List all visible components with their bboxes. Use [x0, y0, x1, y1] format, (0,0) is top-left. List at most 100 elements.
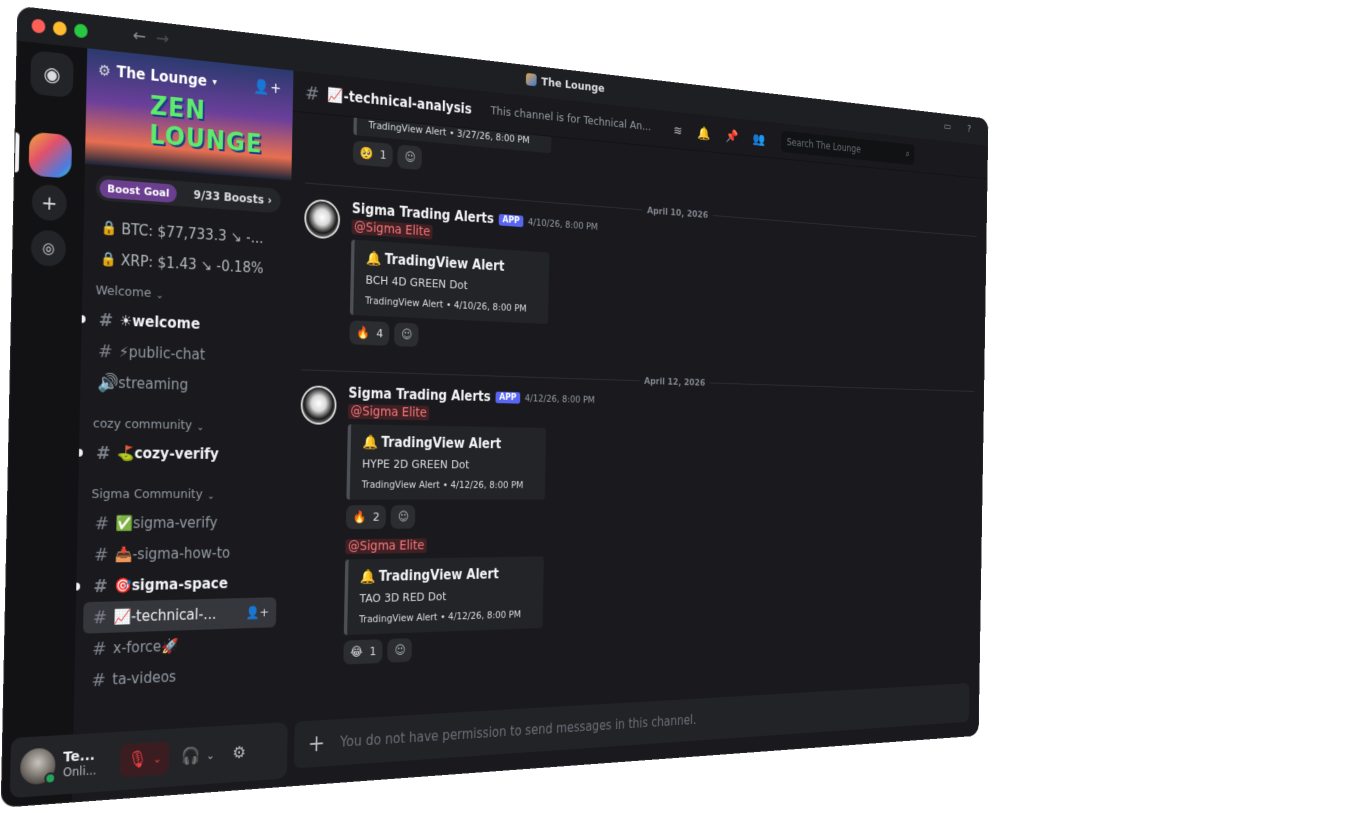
channel-sidebar: ⚙ The Lounge ▾ 👤+ ZEN LOUNGE Boost Goal … [71, 48, 294, 802]
embed-title: 🔔 TradingView Alert [365, 249, 505, 275]
add-reaction-icon[interactable]: ☺ [394, 322, 420, 347]
add-reaction-icon[interactable]: ☺ [387, 638, 413, 663]
pin-icon[interactable]: 📌 [725, 128, 738, 144]
hash-icon: # [95, 442, 111, 464]
user-settings-button[interactable]: ⚙ [227, 743, 251, 763]
boost-count: 9/33 Boosts › [193, 187, 273, 208]
channel-list: 🔒 BTC: $77,733.3 ↘ -... 🔒 XRP: $1.43 ↘ -… [74, 211, 290, 697]
server-banner-logo: ZEN LOUNGE [149, 91, 263, 160]
add-reaction-icon[interactable]: ☺ [390, 505, 416, 529]
add-member-icon[interactable]: 👤+ [245, 605, 269, 620]
chevron-down-icon: ⌄ [206, 491, 215, 502]
thread-hash-icon: # [93, 544, 109, 566]
app-badge: APP [495, 391, 521, 404]
reactions: 🔥 2 ☺ [345, 504, 982, 530]
user-info[interactable]: Te... Onli... [63, 747, 113, 780]
server-icon-the-lounge[interactable] [28, 131, 73, 179]
role-mention[interactable]: @Sigma Elite [351, 219, 433, 240]
selected-server-indicator [14, 132, 20, 173]
speaker-icon: 🔊 [97, 372, 119, 394]
discover-icon[interactable]: ◎ [30, 229, 67, 268]
bot-avatar[interactable] [300, 385, 337, 425]
help-icon[interactable]: ? [967, 123, 971, 135]
embed-footer: TradingView Alert • 4/12/26, 8:00 PM [359, 608, 522, 626]
composer-placeholder: You do not have permission to send messa… [340, 712, 697, 751]
bell-icon: 🔔 [365, 249, 382, 268]
thread-hash-icon: # [91, 638, 107, 660]
member-list-icon[interactable]: 👥 [753, 131, 766, 147]
hash-icon: # [98, 309, 114, 331]
app-badge: APP [498, 213, 524, 227]
user-avatar[interactable] [19, 747, 57, 786]
chat-main: # 📈-technical-analysis This channel is f… [279, 70, 988, 787]
message-list: TradingView Alert • 3/27/26, 8:00 PM 🥺 1… [281, 112, 987, 714]
search-icon: ⌕ [905, 147, 910, 160]
thread-hash-icon: # [91, 669, 107, 691]
hash-icon: # [98, 340, 113, 362]
message-timestamp: 4/10/26, 8:00 PM [527, 215, 599, 233]
chevron-down-icon[interactable]: ⌄ [206, 749, 215, 762]
embed-card: 🔔 TradingView Alert TAO 3D RED Dot Tradin… [343, 556, 544, 636]
headphones-icon: 🎧 [181, 746, 202, 767]
server-settings-icon: ⚙ [98, 61, 112, 81]
reaction-pleading[interactable]: 🥺 1 [352, 140, 394, 168]
discord-home-icon[interactable]: ◉ [30, 50, 74, 98]
channel-streaming[interactable]: 🔊 streaming [80, 366, 288, 402]
role-mention[interactable]: @Sigma Elite [347, 404, 430, 421]
hash-icon: # [94, 513, 110, 534]
category-cozy-community[interactable]: cozy community ⌄ [79, 398, 287, 440]
message: Sigma Trading Alerts APP 4/12/26, 8:00 P… [298, 383, 983, 530]
channel-topic[interactable]: This channel is for Technical An... [490, 104, 651, 134]
bell-icon[interactable]: 🔔 [697, 125, 710, 141]
app-window: ← → The Lounge ▭ ? ◉ + ◎ ⚙ The Lounge ▾ … [1, 6, 988, 807]
attach-plus-icon[interactable]: + [308, 730, 326, 757]
embed-footer: TradingView Alert • 4/10/26, 8:00 PM [365, 294, 527, 315]
invite-people-icon[interactable]: 👤+ [254, 78, 282, 98]
header-toolbar: ≋ 🔔 📌 👥 [673, 122, 765, 146]
channel-sigma-verify[interactable]: # ✅sigma-verify [77, 507, 285, 539]
chevron-down-icon[interactable]: ⌄ [153, 752, 162, 765]
bot-avatar[interactable] [304, 198, 341, 240]
channel-sigma-how-to[interactable]: # 📥-sigma-how-to [77, 537, 285, 571]
role-mention[interactable]: @Sigma Elite [345, 538, 427, 555]
embed-card: 🔔 TradingView Alert BCH 4D GREEN Dot Trad… [349, 239, 550, 325]
deafen-button[interactable]: 🎧 ⌄ [176, 745, 220, 767]
message-author[interactable]: Sigma Trading Alerts [348, 385, 491, 405]
embed-description: BCH 4D GREEN Dot [365, 273, 468, 293]
threads-icon[interactable]: ≋ [673, 122, 682, 138]
add-server-icon[interactable]: + [31, 183, 68, 222]
boost-goal-bar[interactable]: Boost Goal 9/33 Boosts › [95, 174, 281, 214]
gear-icon: ⚙ [232, 743, 247, 764]
bell-icon: 🔔 [362, 433, 379, 451]
embed-footer: TradingView Alert • 4/12/26, 8:00 PM [361, 478, 524, 491]
message: @Sigma Elite 🔔 TradingView Alert TAO 3D R… [296, 530, 982, 667]
reaction-fire[interactable]: 🔥 2 [345, 505, 387, 530]
server-name-button[interactable]: ⚙ The Lounge ▾ [98, 61, 217, 91]
message-timestamp: 4/12/26, 8:00 PM [524, 391, 595, 406]
bell-icon: 🔔 [359, 568, 376, 585]
chevron-down-icon: ⌄ [155, 290, 164, 302]
search-input[interactable]: Search The Lounge ⌕ [781, 130, 915, 165]
embed-title: 🔔 TradingView Alert [362, 433, 502, 452]
reaction-fire[interactable]: 🔥 4 [349, 320, 390, 346]
thread-hash-icon: # [304, 80, 320, 105]
thread-hash-icon: # [92, 606, 108, 628]
embed-title: 🔔 TradingView Alert [359, 565, 499, 585]
chevron-down-icon: ⌄ [196, 422, 205, 434]
thread-hash-icon: # [93, 575, 108, 597]
server-banner: ⚙ The Lounge ▾ 👤+ ZEN LOUNGE [84, 48, 294, 181]
boost-goal-label: Boost Goal [99, 178, 177, 203]
inbox-icon[interactable]: ▭ [944, 121, 952, 133]
embed-description: TAO 3D RED Dot [359, 590, 447, 607]
add-reaction-icon[interactable]: ☺ [397, 144, 423, 171]
lock-icon: 🔒 [100, 220, 118, 237]
category-sigma-community[interactable]: Sigma Community ⌄ [78, 468, 286, 507]
channel-title: 📈-technical-analysis [327, 85, 472, 117]
online-status-dot [44, 772, 57, 785]
mute-mic-button[interactable]: 🎙 ⌄ [119, 741, 170, 778]
chevron-down-icon: ▾ [212, 76, 217, 88]
reaction-joy[interactable]: 😂 1 [343, 639, 384, 665]
channel-cozy-verify[interactable]: # ⛳cozy-verify [79, 437, 287, 470]
server-mini-icon [526, 72, 537, 87]
muted-mic-icon: 🎙 [127, 749, 148, 771]
